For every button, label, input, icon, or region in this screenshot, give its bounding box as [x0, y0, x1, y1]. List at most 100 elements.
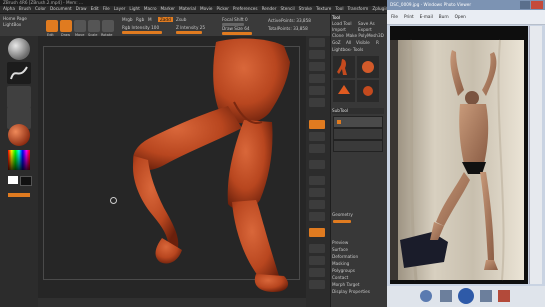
sdiv-slider[interactable]: [333, 220, 351, 223]
color-picker-icon[interactable]: [8, 150, 30, 170]
menu-open[interactable]: Open: [455, 10, 466, 24]
ghost-button[interactable]: [309, 256, 325, 265]
export-button[interactable]: Export: [358, 27, 372, 32]
menu-alpha[interactable]: Alpha: [3, 6, 15, 13]
floor-button[interactable]: [309, 132, 325, 141]
actual-button[interactable]: [309, 86, 325, 95]
lightbox-button[interactable]: LightBox: [3, 22, 21, 27]
delete-icon[interactable]: [498, 290, 510, 302]
sculpt-model[interactable]: [38, 36, 306, 298]
contact-header[interactable]: Contact: [332, 275, 384, 281]
subtool-item-selected[interactable]: [333, 116, 383, 128]
persp-button[interactable]: [309, 120, 325, 129]
local-button[interactable]: [309, 144, 325, 153]
menu-zplugin[interactable]: Zplugin: [372, 6, 388, 13]
aahalf-button[interactable]: [309, 98, 325, 107]
make-polymesh-button[interactable]: Make PolyMesh3D: [346, 33, 384, 38]
menu-stencil[interactable]: Stencil: [280, 6, 294, 13]
move-view-button[interactable]: [309, 188, 325, 197]
menu-file-viewer[interactable]: File: [391, 10, 398, 24]
mrgb-toggle[interactable]: Mrgb: [122, 17, 133, 22]
actual-size-icon[interactable]: [440, 290, 452, 302]
rgb-intensity-slider[interactable]: [122, 31, 162, 34]
menu-brush[interactable]: Brush: [19, 6, 31, 13]
polyf-button[interactable]: [309, 228, 325, 237]
deformation-header[interactable]: Deformation: [332, 254, 384, 260]
menu-transform[interactable]: Transform: [347, 6, 368, 13]
next-icon[interactable]: [480, 290, 492, 302]
menu-draw[interactable]: Draw: [76, 6, 87, 13]
stroke-freehand-icon[interactable]: [7, 62, 31, 84]
zsub-toggle[interactable]: Zsub: [176, 17, 186, 22]
menu-picker[interactable]: Picker: [216, 6, 228, 13]
save-as-button[interactable]: Save As: [358, 21, 375, 26]
subtool-item[interactable]: [333, 128, 383, 140]
menu-layer[interactable]: Layer: [114, 6, 126, 13]
close-icon[interactable]: [531, 1, 543, 9]
menu-preferences[interactable]: Preferences: [233, 6, 258, 13]
menu-tool[interactable]: Tool: [335, 6, 343, 13]
menu-render[interactable]: Render: [262, 6, 277, 13]
menu-marker[interactable]: Marker: [161, 6, 175, 13]
menu-material[interactable]: Material: [179, 6, 196, 13]
home-page-button[interactable]: Home Page: [3, 16, 27, 21]
xyz-button[interactable]: [309, 160, 325, 169]
sphere3d-icon[interactable]: [357, 56, 379, 78]
transp-button[interactable]: [309, 244, 325, 253]
surface-header[interactable]: Surface: [332, 247, 384, 253]
move-button[interactable]: [74, 20, 86, 32]
morph-target-header[interactable]: Morph Target: [332, 282, 384, 288]
menu-burn[interactable]: Burn: [439, 10, 449, 24]
menu-light[interactable]: Light: [129, 6, 139, 13]
alpha-off-icon[interactable]: [7, 86, 31, 108]
xpose-button[interactable]: [309, 280, 325, 289]
current-tool-thumbnail[interactable]: [333, 56, 355, 78]
polymesh-icon[interactable]: [333, 80, 355, 102]
minimize-icon[interactable]: [520, 1, 530, 9]
scale-button[interactable]: [88, 20, 100, 32]
rotate-button[interactable]: [102, 20, 114, 32]
brush-standard-icon[interactable]: [8, 38, 30, 60]
scale-view-button[interactable]: [309, 200, 325, 209]
photo-scrollbar[interactable]: [529, 26, 542, 284]
menu-movie[interactable]: Movie: [200, 6, 212, 13]
visible-button[interactable]: Visible: [356, 40, 370, 45]
preview-header[interactable]: Preview: [332, 240, 384, 246]
secondary-color-swatch[interactable]: [20, 176, 32, 186]
menu-file[interactable]: File: [103, 6, 110, 13]
menu-edit[interactable]: Edit: [91, 6, 99, 13]
bpr-button[interactable]: [309, 38, 325, 47]
all-button[interactable]: All: [346, 40, 351, 45]
menu-print[interactable]: Print: [404, 10, 414, 24]
menu-document[interactable]: Document: [50, 6, 72, 13]
main-color-swatch[interactable]: [8, 176, 18, 184]
m-toggle[interactable]: M: [148, 17, 152, 22]
lightbox-tools-button[interactable]: Lightbox› Tools: [332, 47, 384, 53]
edit-button[interactable]: [46, 20, 58, 32]
simple-brush-icon[interactable]: [357, 80, 379, 102]
rotate-view-button[interactable]: [309, 212, 325, 221]
material-icon[interactable]: [8, 124, 30, 146]
polygroups-header[interactable]: Polygroups: [332, 268, 384, 274]
zoom-icon[interactable]: [420, 290, 432, 302]
draw-button[interactable]: [60, 20, 72, 32]
menu-color[interactable]: Color: [35, 6, 46, 13]
menu-macro[interactable]: Macro: [144, 6, 157, 13]
zadd-toggle[interactable]: Zadd: [158, 17, 173, 22]
scroll-button[interactable]: [309, 62, 325, 71]
frame-button[interactable]: [309, 176, 325, 185]
solo-button[interactable]: [309, 268, 325, 277]
geometry-header[interactable]: Geometry: [332, 212, 384, 218]
menu-email[interactable]: E-mail: [420, 10, 433, 24]
draw-size-slider[interactable]: [222, 32, 252, 35]
play-slideshow-icon[interactable]: [458, 288, 474, 304]
spix-button[interactable]: [309, 50, 325, 59]
subtool-header[interactable]: SubTool: [332, 108, 384, 114]
menu-stroke[interactable]: Stroke: [299, 6, 312, 13]
subtool-item[interactable]: [333, 140, 383, 152]
z-intensity-slider[interactable]: [176, 31, 202, 34]
masking-header[interactable]: Masking: [332, 261, 384, 267]
zoom-button[interactable]: [309, 74, 325, 83]
display-properties-header[interactable]: Display Properties: [332, 289, 384, 295]
switch-color-button[interactable]: [8, 193, 30, 197]
